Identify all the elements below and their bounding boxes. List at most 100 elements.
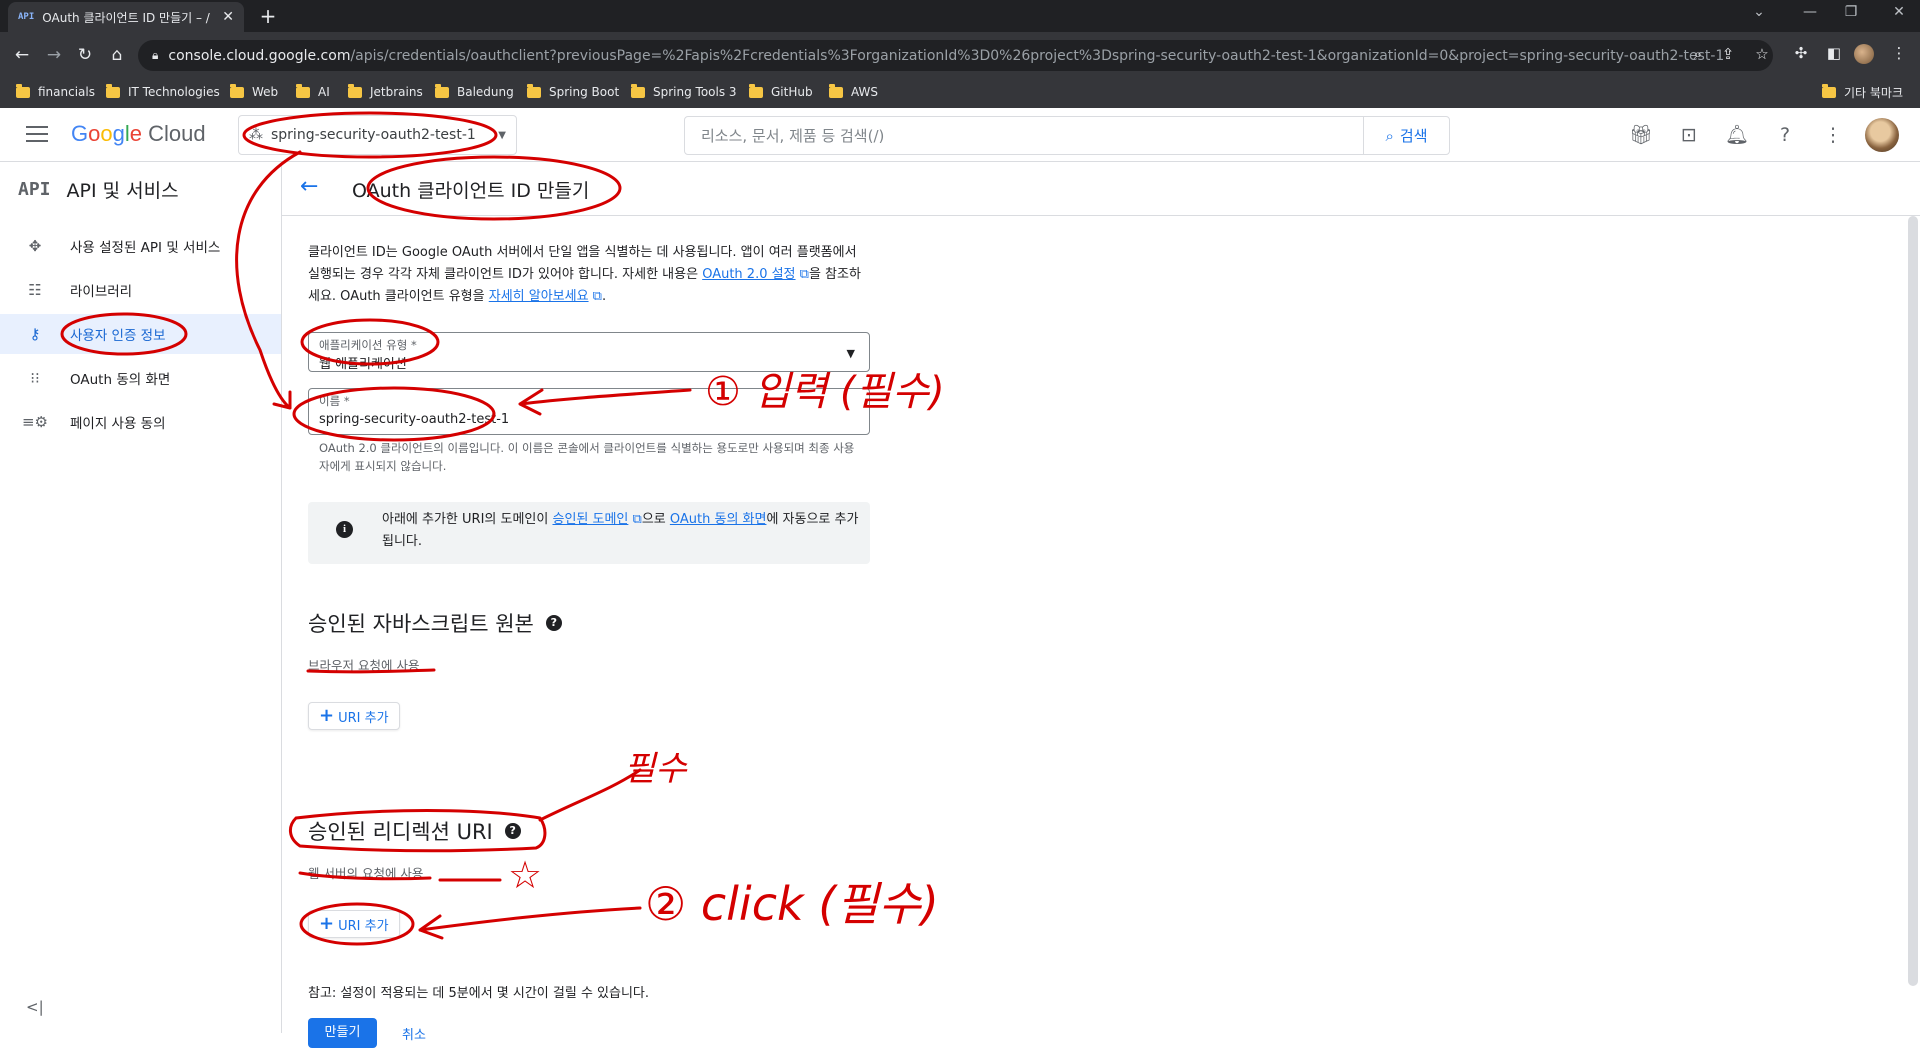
js-origins-title: 승인된 자바스크립트 원본 (308, 612, 534, 636)
bookmark-financials[interactable]: financials (16, 82, 95, 102)
search-button[interactable]: ⌕ 검색 (1363, 117, 1449, 154)
search-icon: ⌕ (1385, 126, 1394, 145)
sidebar-item-oauth-consent[interactable]: ⁝⁝ OAuth 동의 화면 (0, 358, 281, 398)
tab-search-chevron-icon[interactable]: ⌄ (1744, 4, 1774, 20)
external-link-icon: ⧉ (588, 289, 602, 304)
bookmark-ai[interactable]: AI (296, 82, 330, 102)
cancel-button[interactable]: 취소 (402, 1024, 426, 1043)
folder-icon (16, 83, 30, 98)
info-icon: i (336, 521, 353, 538)
key-icon: ⚷ (29, 325, 41, 343)
folder-icon (829, 83, 843, 98)
oauth-setup-link[interactable]: OAuth 2.0 설정 (702, 267, 795, 282)
info-text: 아래에 추가한 URI의 도메인이 승인된 도메인 ⧉으로 OAuth 동의 화… (382, 512, 859, 549)
browser-profile-avatar[interactable] (1854, 44, 1874, 64)
folder-icon (1822, 83, 1836, 98)
folder-icon (749, 83, 763, 98)
sidebar-item-library[interactable]: ☷ 라이브러리 (0, 270, 281, 310)
sidebar-item-credentials[interactable]: ⚷ 사용자 인증 정보 (0, 314, 281, 354)
forward-button[interactable]: → (41, 42, 67, 68)
plus-icon: + (319, 705, 335, 726)
collapse-sidebar-icon[interactable]: <| (26, 998, 44, 1016)
name-field[interactable]: 이름 * spring-security-oauth2-test-1 (308, 388, 870, 435)
browser-tab[interactable]: API OAuth 클라이언트 ID 만들기 – / ✕ (8, 2, 244, 32)
consent-icon: ⁝⁝ (30, 369, 40, 387)
help-icon[interactable]: ? (1772, 122, 1798, 148)
bookmark-jetbrains[interactable]: Jetbrains (348, 82, 423, 102)
share-icon[interactable]: ⇪ (1717, 45, 1739, 63)
oauth-consent-link[interactable]: OAuth 동의 화면 (670, 512, 767, 527)
close-window-button[interactable]: ✕ (1884, 4, 1914, 20)
tab-title: OAuth 클라이언트 ID 만들기 – / (42, 10, 210, 25)
api-icon: API (18, 179, 51, 200)
notifications-icon[interactable]: 🔔︎ (1724, 122, 1750, 148)
page-scrollbar[interactable] (1908, 216, 1918, 986)
gift-icon[interactable]: 🎁︎ (1628, 122, 1654, 148)
google-cloud-logo[interactable]: Google Cloud (71, 121, 206, 147)
bookmark-web[interactable]: Web (230, 82, 278, 102)
application-type-select[interactable]: 애플리케이션 유형 * 웹 애플리케이션 ▼ (308, 332, 870, 372)
application-type-value: 웹 애플리케이션 (319, 357, 407, 372)
extensions-icon[interactable]: ✣ (1790, 44, 1812, 62)
bookmark-spring-tools-3[interactable]: Spring Tools 3 (631, 82, 737, 102)
sidebar-item-enabled-apis[interactable]: ✥ 사용 설정된 API 및 서비스 (0, 226, 281, 266)
restore-button[interactable]: ❐ (1836, 4, 1866, 20)
folder-icon (348, 83, 362, 98)
bookmarks-bar (0, 77, 1920, 108)
bookmark-aws[interactable]: AWS (829, 82, 878, 102)
external-link-icon: ⧉ (795, 267, 809, 282)
add-redirect-uri-button[interactable]: + URI 추가 (308, 910, 400, 938)
settings-list-icon: ≡⚙ (21, 413, 48, 431)
account-avatar[interactable] (1865, 118, 1899, 152)
page-title: OAuth 클라이언트 ID 만들기 (352, 180, 590, 202)
bookmark-github[interactable]: GitHub (749, 82, 813, 102)
menu-icon[interactable] (26, 126, 48, 144)
name-input[interactable]: spring-security-oauth2-test-1 (319, 412, 509, 427)
bookmark-baledung[interactable]: Baledung (435, 82, 514, 102)
browser-menu-icon[interactable]: ⋮ (1888, 44, 1910, 62)
intro-text: 클라이언트 ID는 Google OAuth 서버에서 단일 앱을 식별하는 데… (308, 245, 861, 304)
back-button[interactable]: ← (9, 42, 35, 68)
move-icon: ✥ (28, 237, 42, 255)
name-hint: OAuth 2.0 클라이언트의 이름입니다. 이 이름은 콘솔에서 클라이언트… (319, 441, 855, 473)
side-panel-icon[interactable]: ◧ (1823, 44, 1845, 62)
chevron-down-icon: ▼ (846, 347, 855, 360)
settings-note: 참고: 설정이 적용되는 데 5분에서 몇 시간이 걸릴 수 있습니다. (308, 986, 650, 1001)
help-circle-icon[interactable]: ? (504, 823, 521, 839)
other-bookmarks[interactable]: 기타 북마크 (1822, 82, 1903, 102)
add-js-origin-button[interactable]: + URI 추가 (308, 702, 400, 730)
application-type-label: 애플리케이션 유형 * (319, 338, 417, 352)
search-input[interactable] (685, 117, 1363, 154)
project-picker[interactable]: ⁂ spring-security-oauth2-test-1 ▼ (238, 115, 517, 155)
zoom-icon[interactable]: ⌕ (1687, 45, 1709, 63)
reload-button[interactable]: ↻ (72, 42, 98, 68)
new-tab-button[interactable]: + (256, 4, 280, 28)
search-button-label: 검색 (1399, 127, 1428, 145)
close-tab-icon[interactable]: ✕ (222, 9, 234, 25)
annotation-connector (538, 768, 642, 822)
bookmark-star-icon[interactable]: ☆ (1751, 45, 1773, 63)
create-button[interactable]: 만들기 (308, 1018, 377, 1048)
minimize-button[interactable]: — (1795, 4, 1825, 20)
sidebar-item-page-usage[interactable]: ≡⚙ 페이지 사용 동의 (0, 402, 281, 442)
tab-favicon-icon: API (18, 12, 35, 22)
back-arrow-icon[interactable]: ← (300, 174, 318, 199)
authorized-domain-link[interactable]: 승인된 도메인 (552, 512, 628, 527)
name-label: 이름 * (319, 394, 350, 408)
annotation-required-label: 필수 (624, 749, 688, 789)
bookmark-spring-boot[interactable]: Spring Boot (527, 82, 619, 102)
learn-more-link[interactable]: 자세히 알아보세요 (489, 289, 589, 304)
help-circle-icon[interactable]: ? (545, 615, 562, 631)
more-vert-icon[interactable]: ⋮ (1820, 122, 1846, 148)
redirect-uris-heading: 승인된 리디렉션 URI ? (308, 816, 521, 846)
bookmark-it-technologies[interactable]: IT Technologies (106, 82, 220, 102)
sidebar-item-label: 사용 설정된 API 및 서비스 (70, 240, 221, 256)
cloud-shell-icon[interactable]: ⊡ (1676, 122, 1702, 148)
chevron-down-icon: ▼ (498, 129, 506, 141)
browser-tab-strip (0, 0, 1920, 32)
library-icon: ☷ (28, 281, 42, 299)
url-text: console.cloud.google.com/apis/credential… (168, 47, 1725, 64)
address-bar[interactable]: 🔒︎ console.cloud.google.com/apis/credent… (138, 40, 1773, 71)
home-button[interactable]: ⌂ (104, 42, 130, 68)
add-uri-label: URI 추가 (338, 710, 389, 726)
